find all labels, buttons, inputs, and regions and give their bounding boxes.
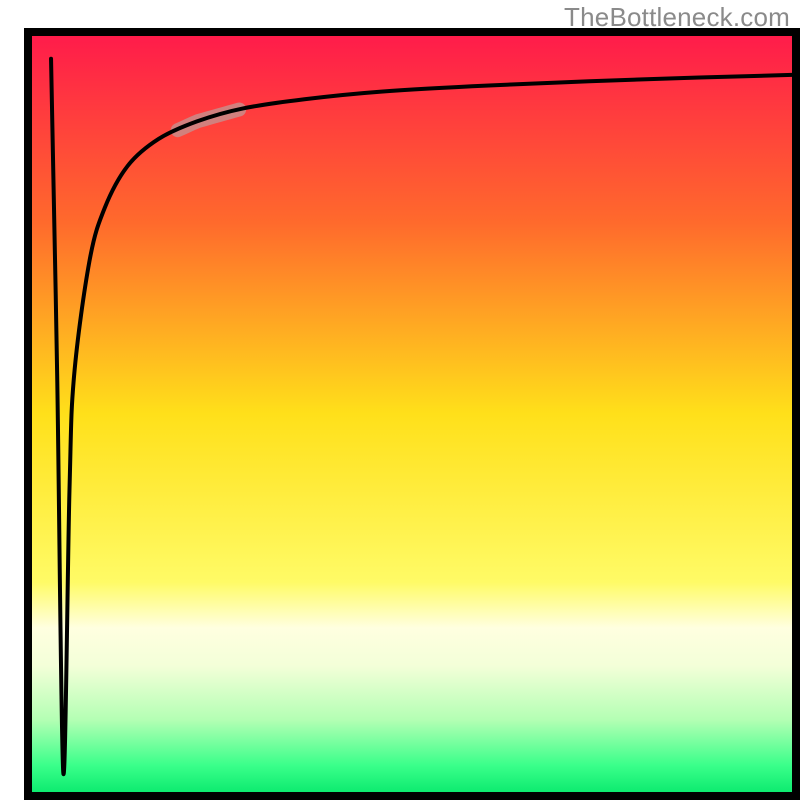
gradient-background [28,32,796,796]
chart-svg [0,0,800,800]
chart-frame: TheBottleneck.com [0,0,800,800]
